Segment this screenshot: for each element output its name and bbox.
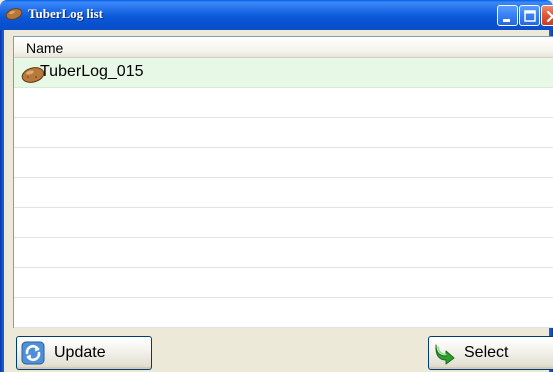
update-button[interactable]: Update bbox=[16, 336, 152, 370]
maximize-button[interactable] bbox=[519, 5, 540, 26]
window-title: TuberLog list bbox=[28, 6, 104, 21]
empty-row bbox=[14, 148, 553, 178]
list-item[interactable]: TuberLog_015 bbox=[14, 58, 553, 88]
maximize-icon bbox=[524, 10, 536, 22]
tuberlog-list-window: TuberLog list Name TuberLog_015 Update S… bbox=[0, 0, 553, 372]
minimize-icon bbox=[503, 19, 510, 22]
close-icon bbox=[546, 10, 553, 23]
list-item-label: TuberLog_015 bbox=[40, 63, 144, 80]
potato-icon bbox=[5, 8, 23, 20]
empty-row bbox=[14, 238, 553, 268]
tuberlog-list[interactable]: Name TuberLog_015 bbox=[13, 36, 553, 328]
column-header-label: Name bbox=[26, 40, 64, 56]
empty-row bbox=[14, 268, 553, 298]
title-bar[interactable]: TuberLog list bbox=[0, 0, 553, 30]
green-arrow-icon bbox=[435, 344, 455, 365]
empty-row bbox=[14, 298, 553, 328]
minimize-button[interactable] bbox=[497, 5, 518, 26]
column-header-name[interactable]: Name bbox=[14, 37, 553, 58]
update-button-label: Update bbox=[54, 344, 106, 361]
empty-row bbox=[14, 178, 553, 208]
select-button[interactable]: Select bbox=[428, 336, 553, 370]
close-button[interactable] bbox=[541, 5, 553, 26]
empty-row bbox=[14, 118, 553, 148]
select-button-label: Select bbox=[464, 344, 509, 361]
refresh-icon bbox=[21, 341, 45, 365]
window-frame-left bbox=[0, 30, 4, 372]
empty-row bbox=[14, 88, 553, 118]
empty-row bbox=[14, 208, 553, 238]
